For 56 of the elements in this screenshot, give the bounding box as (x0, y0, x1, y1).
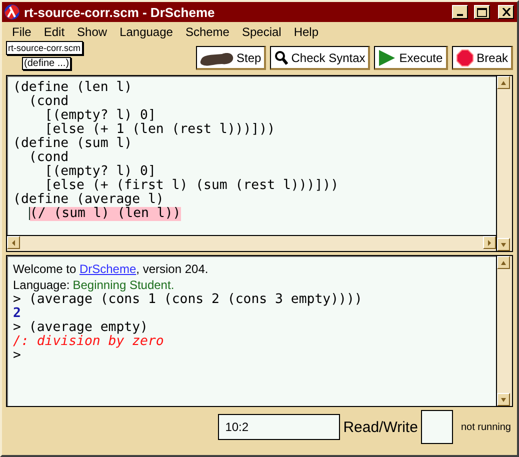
read-write-status: Read/Write (343, 418, 418, 436)
cursor-position: 10:2 (218, 414, 340, 440)
close-button[interactable] (498, 5, 514, 19)
menu-item[interactable]: Show (71, 24, 114, 38)
file-name-label[interactable]: rt-source-corr.scm (6, 41, 83, 55)
down-arrow-icon (501, 242, 506, 248)
prompt: > (13, 349, 21, 363)
execute-button[interactable]: Execute (374, 46, 448, 70)
menu-item[interactable]: Help (288, 24, 325, 38)
menu-item[interactable]: Language (114, 24, 179, 38)
lambda-logo-icon (4, 4, 20, 20)
maximize-button[interactable] (474, 5, 490, 19)
step-button[interactable]: Step (196, 46, 266, 70)
drscheme-link[interactable]: DrScheme (79, 262, 136, 276)
result-value: 2 (13, 307, 21, 321)
code-line: [(empty? l) 0] (44, 109, 156, 123)
code-line: (define (average l) (13, 193, 164, 207)
search-icon (274, 50, 288, 66)
input-expression: (average (cons 1 (cons 2 (cons 3 empty)))) (28, 293, 362, 307)
maximize-icon (477, 8, 487, 16)
code-line: (define (len l) (13, 81, 132, 95)
up-arrow-icon (501, 80, 506, 86)
text-cursor (28, 207, 30, 220)
code-line: (cond (28, 151, 69, 165)
code-line: (define (sum l) (13, 137, 132, 151)
stop-icon (456, 48, 474, 66)
error-message: /: division by zero (13, 335, 164, 349)
right-arrow-icon (487, 240, 492, 246)
definitions-menu[interactable]: (define ...) (22, 57, 72, 70)
status-indicator (420, 410, 453, 444)
vertical-scrollbar[interactable] (496, 256, 512, 406)
down-arrow-icon (501, 396, 506, 402)
window-title: rt-source-corr.scm - DrScheme (24, 4, 216, 20)
break-button[interactable]: Break (452, 46, 513, 70)
minimize-button[interactable] (452, 5, 468, 19)
menu-item[interactable]: Special (236, 24, 288, 38)
vertical-scrollbar[interactable] (496, 76, 512, 251)
code-line: [(empty? l) 0] (44, 165, 156, 179)
input-expression: (average empty) (28, 321, 148, 335)
running-status: not running (460, 422, 511, 432)
prompt: > (13, 321, 21, 335)
code-line: [else (+ (first l) (sum (rest l)))])) (44, 179, 339, 193)
language-name: Beginning Student. (72, 277, 174, 293)
horizontal-scrollbar[interactable] (7, 235, 496, 251)
code-line: [else (+ 1 (len (rest l)))])) (44, 123, 276, 137)
menu-item[interactable]: Edit (38, 24, 71, 38)
close-icon (502, 8, 510, 16)
check-syntax-button[interactable]: Check Syntax (270, 46, 370, 70)
play-icon (378, 48, 396, 66)
menu-item[interactable]: File (6, 24, 38, 38)
left-arrow-icon (11, 240, 16, 246)
code-line: (cond (28, 95, 69, 109)
language-label: Language: (13, 277, 70, 293)
menu-item[interactable]: Scheme (179, 24, 236, 38)
prompt: > (13, 293, 21, 307)
up-arrow-icon (501, 260, 506, 266)
